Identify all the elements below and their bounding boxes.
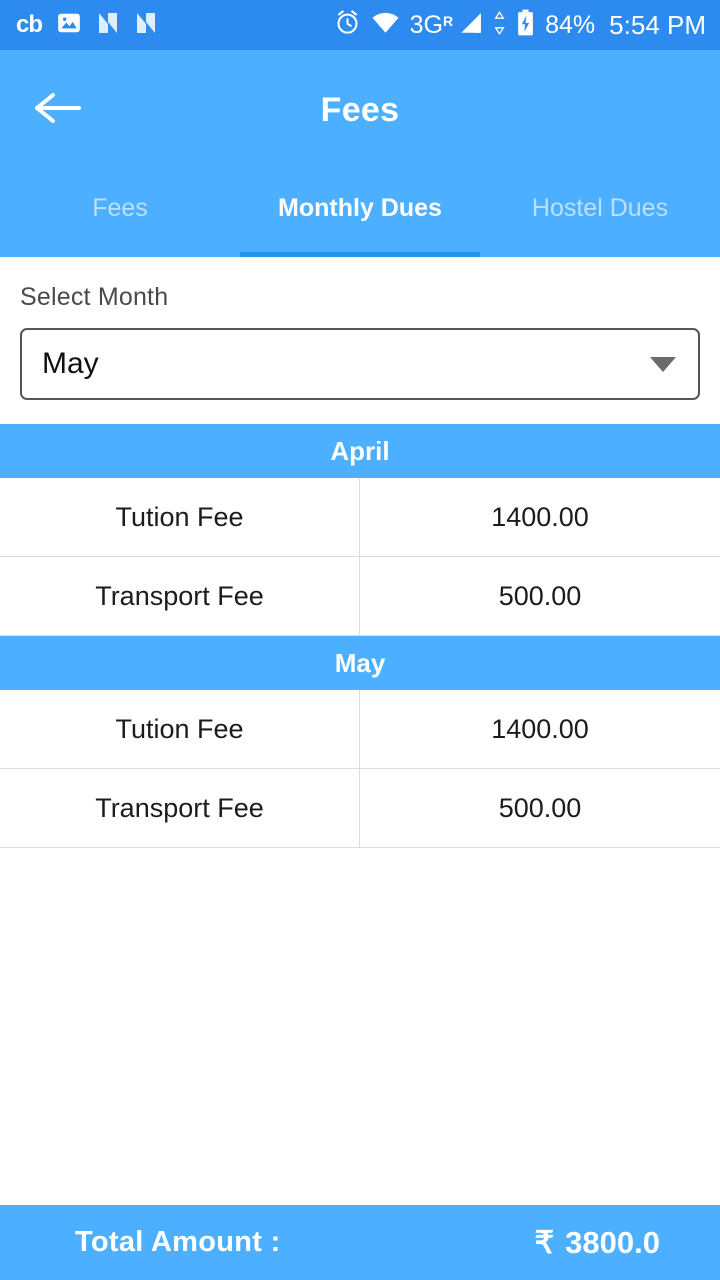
page-title: Fees <box>320 90 400 129</box>
status-bar-clock: 5:54 PM <box>609 9 706 40</box>
tab-fees[interactable]: Fees <box>0 170 240 257</box>
fee-name-cell: Tution Fee <box>0 478 360 556</box>
table-row: Transport Fee 500.00 <box>0 557 720 636</box>
fee-table: April Tution Fee 1400.00 Transport Fee 5… <box>0 424 720 848</box>
fee-amount-cell: 1400.00 <box>491 501 589 532</box>
table-row: Tution Fee 1400.00 <box>0 478 720 557</box>
fee-amount-cell: 500.00 <box>498 580 582 611</box>
tab-hostel-dues[interactable]: Hostel Dues <box>480 170 720 257</box>
signal-icon <box>457 10 483 41</box>
table-row: Transport Fee 500.00 <box>0 769 720 848</box>
notification-n-icon <box>96 10 120 41</box>
select-month-label: Select Month <box>20 283 169 311</box>
battery-percent-label: 84% <box>545 10 596 39</box>
data-transfer-icon <box>493 10 506 40</box>
month-dropdown-value: May <box>42 347 99 380</box>
roaming-indicator: R <box>443 12 454 29</box>
app-bar: Fees <box>0 50 720 170</box>
tab-monthly-dues[interactable]: Monthly Dues <box>240 170 480 257</box>
wifi-icon <box>371 11 400 39</box>
total-amount-value-group: ₹ 3800.0 <box>534 1225 660 1261</box>
rupee-symbol-icon: ₹ <box>534 1224 555 1260</box>
total-amount-value: 3800.0 <box>565 1224 660 1260</box>
network-type-label: 3G R <box>410 11 453 40</box>
total-amount-bar: Total Amount : ₹ 3800.0 <box>0 1205 720 1280</box>
tab-bar: Fees Monthly Dues Hostel Dues <box>0 170 720 257</box>
fee-name-cell: Tution Fee <box>0 690 360 768</box>
chevron-down-icon <box>650 356 676 372</box>
app-screen: cb 3G R 84% 5:54 PM Fees Fees Monthly Du… <box>0 0 720 1280</box>
fee-amount-cell: 1400.00 <box>491 713 589 744</box>
back-button[interactable] <box>22 75 92 145</box>
total-amount-label: Total Amount : <box>75 1226 281 1258</box>
cb-app-logo: cb <box>16 11 43 38</box>
table-row: Tution Fee 1400.00 <box>0 690 720 769</box>
fee-name-cell: Transport Fee <box>0 769 360 847</box>
month-section-header: April <box>0 424 720 478</box>
fee-amount-cell: 500.00 <box>498 792 582 823</box>
month-section-header: May <box>0 636 720 690</box>
main-content: Select Month May April Tution Fee 1400.0… <box>0 257 720 1205</box>
notification-n-icon <box>134 10 158 41</box>
network-type-text: 3G <box>409 10 443 39</box>
fee-name-cell: Transport Fee <box>0 557 360 635</box>
status-bar-right: 3G R 84% 5:54 PM <box>334 9 706 41</box>
image-icon <box>56 10 82 41</box>
month-dropdown[interactable]: May <box>20 328 700 400</box>
alarm-icon <box>334 9 361 41</box>
arrow-left-icon <box>33 88 81 133</box>
status-bar: cb 3G R 84% 5:54 PM <box>0 0 720 50</box>
status-bar-left: cb <box>16 10 158 41</box>
battery-charging-icon <box>516 9 535 41</box>
